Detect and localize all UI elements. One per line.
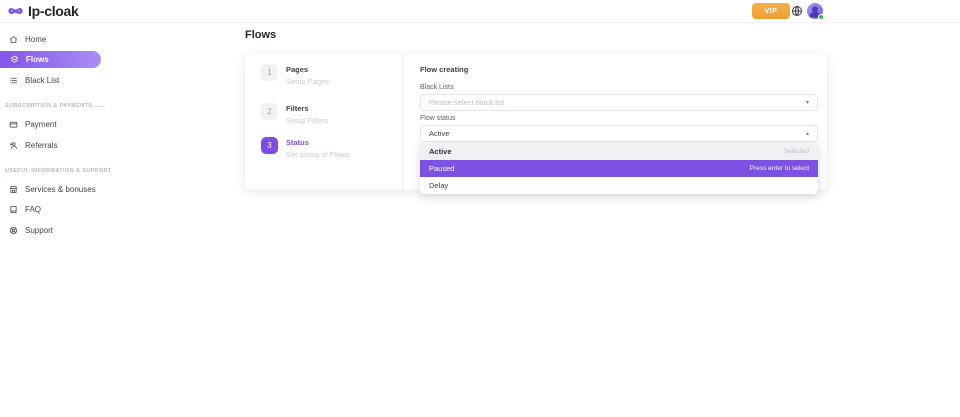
section-title-text: USEFUL INFORMATION & SUPPORT: [5, 168, 112, 174]
online-status-dot: [818, 14, 824, 20]
sidebar-item-home[interactable]: Home: [0, 31, 110, 48]
option-label: Paused: [429, 164, 454, 173]
sidebar-item-support[interactable]: Support: [0, 222, 110, 239]
sidebar-item-label: Referrals: [25, 141, 57, 150]
sidebar-item-label: Flows: [26, 55, 49, 64]
form-title: Flow creating: [420, 65, 468, 74]
sidebar-item-black-list[interactable]: Black List: [0, 72, 110, 89]
sidebar-item-label: Black List: [25, 76, 59, 85]
list-icon: [9, 76, 18, 85]
vip-button[interactable]: VIP: [752, 3, 790, 19]
black-lists-select[interactable]: Please select black list ▾: [420, 94, 818, 111]
step-number: 1: [261, 64, 278, 81]
sidebar-item-flows[interactable]: Flows: [0, 51, 101, 68]
chevron-up-icon: ▴: [806, 131, 809, 137]
book-icon: [9, 205, 18, 214]
flow-creating-form: Flow creating Black Lists Please select …: [420, 54, 818, 190]
lifebuoy-icon: [9, 226, 18, 235]
option-label: Delay: [429, 181, 448, 190]
wizard-step-filters[interactable]: 2 Filters Setup Filters: [261, 103, 328, 125]
sidebar-item-label: Payment: [25, 120, 57, 129]
flow-status-label: Flow status: [420, 115, 455, 122]
step-subtitle: Set status of Flows: [286, 150, 349, 159]
flow-status-dropdown: Active Selected Paused Press enter to se…: [420, 143, 818, 194]
referrals-icon: [9, 141, 18, 150]
chevron-down-icon: ▾: [806, 100, 809, 106]
step-title: Filters: [286, 103, 328, 113]
home-icon: [9, 35, 18, 44]
flow-status-value: Active: [429, 129, 449, 138]
sidebar-section-support: USEFUL INFORMATION & SUPPORT: [5, 168, 105, 174]
credit-card-icon: [9, 120, 18, 129]
page-title: Flows: [245, 29, 276, 41]
step-title: Pages: [286, 64, 329, 74]
flows-icon: [10, 55, 19, 64]
sidebar-item-label: Home: [25, 35, 46, 44]
flow-creating-card: 1 Pages Setup Pages 2 Filters Setup Filt…: [245, 54, 827, 190]
top-header: Ip-cloak VIP: [0, 0, 960, 23]
step-subtitle: Setup Pages: [286, 77, 329, 86]
flow-status-select[interactable]: Active ▴: [420, 125, 818, 142]
wizard-step-status[interactable]: 3 Status Set status of Flows: [261, 137, 349, 159]
step-title: Status: [286, 137, 349, 147]
sidebar-item-referrals[interactable]: Referrals: [0, 137, 110, 154]
step-number: 2: [261, 103, 278, 120]
language-globe-icon[interactable]: [791, 5, 803, 17]
option-active[interactable]: Active Selected: [420, 143, 818, 160]
wizard-step-pages[interactable]: 1 Pages Setup Pages: [261, 64, 329, 86]
option-label: Active: [429, 147, 452, 156]
sidebar-item-faq[interactable]: FAQ: [0, 201, 110, 218]
storefront-icon: [9, 185, 18, 194]
sidebar-section-subscription: SUBSCRIPTION & PAYMENTS: [5, 103, 105, 109]
logo-text: Ip-cloak: [28, 3, 79, 19]
user-avatar[interactable]: [807, 3, 823, 19]
black-lists-label: Black Lists: [420, 84, 453, 91]
app-logo[interactable]: Ip-cloak: [7, 2, 79, 20]
vertical-divider: [402, 54, 403, 190]
sidebar-item-label: FAQ: [25, 205, 41, 214]
option-paused[interactable]: Paused Press enter to select: [420, 160, 818, 177]
sidebar-item-services[interactable]: Services & bonuses: [0, 181, 110, 198]
sidebar-item-payment[interactable]: Payment: [0, 116, 110, 133]
mask-icon: [7, 5, 24, 18]
black-lists-placeholder: Please select black list: [429, 98, 504, 107]
sidebar-item-label: Support: [25, 226, 53, 235]
sidebar-item-label: Services & bonuses: [25, 185, 96, 194]
step-subtitle: Setup Filters: [286, 116, 328, 125]
option-state: Press enter to select: [750, 165, 809, 172]
option-delay[interactable]: Delay: [420, 177, 818, 194]
option-state: Selected: [784, 148, 809, 155]
section-title-text: SUBSCRIPTION & PAYMENTS: [5, 103, 92, 109]
step-number: 3: [261, 137, 278, 154]
vip-label: VIP: [764, 8, 777, 15]
